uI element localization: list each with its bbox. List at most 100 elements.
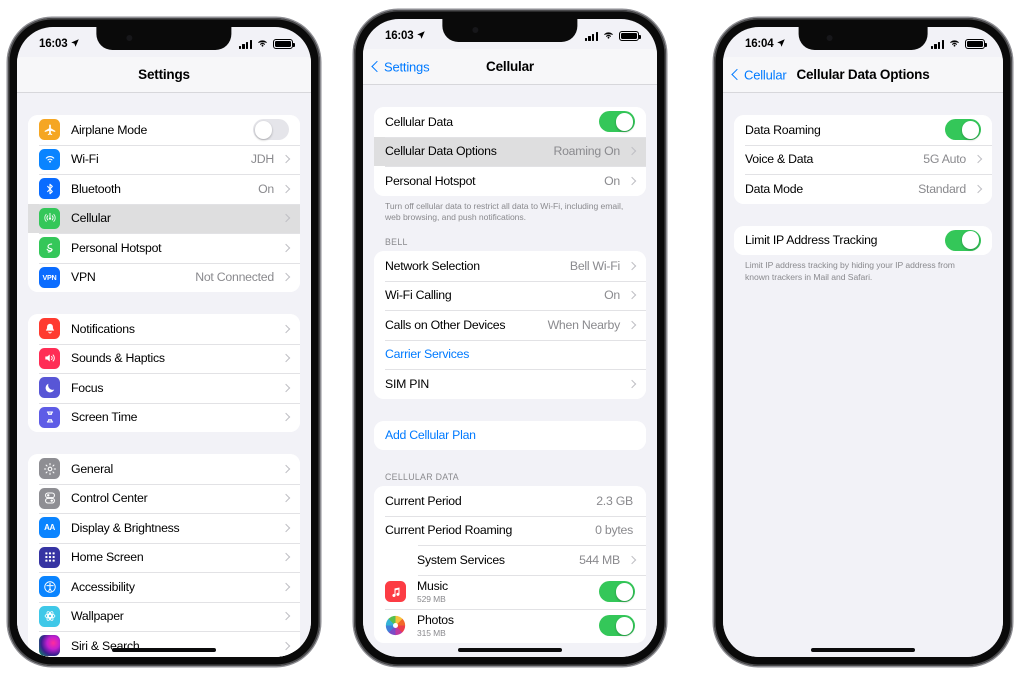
location-arrow-icon xyxy=(776,38,786,51)
chevron-right-icon xyxy=(281,582,291,591)
battery-icon xyxy=(619,31,641,41)
list-item[interactable]: AA Display & Brightness xyxy=(28,513,300,543)
siri-search-icon xyxy=(39,635,60,657)
list-item-label: Photos xyxy=(417,613,454,628)
chevron-right-icon xyxy=(281,273,291,282)
list-item[interactable]: Wi-Fi JDH xyxy=(28,144,300,174)
chevron-right-icon xyxy=(281,641,291,650)
list-item-label: Music xyxy=(417,579,448,594)
list-item[interactable]: Limit IP Address Tracking xyxy=(734,225,992,255)
toggle-switch[interactable] xyxy=(599,581,635,603)
list-item-label: Limit IP Address Tracking xyxy=(745,233,878,248)
list-item[interactable]: Cellular Data Options Roaming On xyxy=(374,136,646,166)
nav-back-button[interactable]: Cellular xyxy=(731,67,787,82)
list-item[interactable]: Sounds & Haptics xyxy=(28,343,300,373)
settings-group: Add Cellular Plan xyxy=(374,420,646,451)
chevron-right-icon xyxy=(281,324,291,333)
status-time: 16:04 xyxy=(745,38,786,51)
list-item-value: Not Connected xyxy=(195,270,274,285)
chevron-right-icon xyxy=(973,184,983,193)
signal-bars-icon xyxy=(584,31,598,41)
list-item-label: SIM PIN xyxy=(385,376,430,391)
wifi-icon xyxy=(256,35,269,53)
list-item[interactable]: Control Center xyxy=(28,483,300,513)
settings-content: Airplane Mode Wi-Fi JDH Bluetooth On Cellular… xyxy=(17,93,311,657)
screentime-icon xyxy=(39,406,60,428)
list-item[interactable]: Cellular xyxy=(28,203,300,233)
status-bar: 16:03 xyxy=(17,27,311,57)
list-item[interactable]: Calls on Other Devices When Nearby xyxy=(374,310,646,340)
battery-icon xyxy=(273,39,295,49)
list-item-value: Roaming On xyxy=(553,144,620,159)
phone-cellular: 16:03 Settings Cellular Cellular Data Cellul… xyxy=(354,10,666,666)
list-item[interactable]: Wi-Fi Calling On xyxy=(374,280,646,311)
list-item[interactable]: Wallpaper xyxy=(28,601,300,631)
settings-group: Data Roaming Voice & Data 5G Auto Data Mode… xyxy=(734,115,992,204)
list-item-sublabel: 529 MB xyxy=(417,594,446,605)
status-indicators xyxy=(930,35,987,53)
section-footnote: Limit IP address tracking by hiding your… xyxy=(745,260,955,282)
list-item-value: Bell Wi-Fi xyxy=(569,258,620,273)
nav-back-label: Cellular xyxy=(744,67,787,82)
home-indicator[interactable] xyxy=(458,648,562,652)
list-item[interactable]: Home Screen xyxy=(28,542,300,572)
nav-back-button[interactable]: Settings xyxy=(371,59,430,74)
music-icon xyxy=(385,581,406,603)
battery-icon xyxy=(965,39,987,49)
signal-bars-icon xyxy=(238,39,252,49)
page-title: Settings xyxy=(138,67,190,82)
toggle-switch[interactable] xyxy=(599,615,635,637)
status-time-text: 16:03 xyxy=(385,30,414,42)
toggle-switch[interactable] xyxy=(599,111,635,133)
list-item[interactable]: Photos 315 MB xyxy=(374,608,646,643)
list-item[interactable]: Focus xyxy=(28,373,300,403)
list-item[interactable]: Data Mode Standard xyxy=(734,174,992,204)
list-item[interactable]: Data Roaming xyxy=(734,115,992,145)
list-item[interactable]: Bluetooth On xyxy=(28,174,300,204)
list-item[interactable]: Personal Hotspot xyxy=(28,233,300,263)
list-item[interactable]: System Services 544 MB xyxy=(374,545,646,575)
chevron-right-icon xyxy=(973,155,983,164)
list-item[interactable]: VPN VPN Not Connected xyxy=(28,262,300,292)
settings-group: Notifications Sounds & Haptics Focus Screen… xyxy=(28,314,300,432)
chevron-left-icon xyxy=(731,68,743,81)
list-item[interactable]: SIM PIN xyxy=(374,369,646,399)
list-item[interactable]: Add Cellular Plan xyxy=(374,420,646,451)
list-item[interactable]: Current Period 2.3 GB xyxy=(374,486,646,516)
list-item[interactable]: Music 529 MB xyxy=(374,574,646,609)
list-item[interactable]: Siri & Search xyxy=(28,631,300,657)
chevron-right-icon xyxy=(281,214,291,223)
hotspot-icon xyxy=(39,237,60,259)
list-item[interactable]: Airplane Mode xyxy=(28,115,300,145)
list-item-label: Personal Hotspot xyxy=(71,240,162,255)
list-item[interactable]: Personal Hotspot On xyxy=(374,166,646,196)
list-item[interactable]: General xyxy=(28,454,300,484)
list-item-label: Airplane Mode xyxy=(71,122,148,137)
list-item[interactable]: Cellular Data xyxy=(374,107,646,137)
settings-group: Airplane Mode Wi-Fi JDH Bluetooth On Cellular… xyxy=(28,115,300,292)
toggle-switch[interactable] xyxy=(253,119,289,141)
chevron-right-icon xyxy=(627,176,637,185)
list-item-label: System Services xyxy=(417,552,505,567)
home-indicator[interactable] xyxy=(112,648,216,652)
list-item-text: Music 529 MB xyxy=(417,579,599,604)
toggle-switch[interactable] xyxy=(945,119,981,141)
list-item[interactable]: Current Period Roaming 0 bytes xyxy=(374,515,646,546)
list-item[interactable]: Voice & Data 5G Auto xyxy=(734,144,992,174)
list-item-label: Personal Hotspot xyxy=(385,173,476,188)
list-item[interactable]: Accessibility xyxy=(28,572,300,602)
list-item[interactable]: Notifications xyxy=(28,314,300,344)
list-item[interactable]: Carrier Services xyxy=(374,339,646,370)
settings-group: Current Period 2.3 GB Current Period Roami… xyxy=(374,486,646,643)
toggle-switch[interactable] xyxy=(945,229,981,251)
list-item[interactable]: Network Selection Bell Wi-Fi xyxy=(374,251,646,281)
nav-bar: Settings Cellular xyxy=(363,49,657,85)
home-indicator[interactable] xyxy=(811,648,915,652)
chevron-right-icon xyxy=(281,243,291,252)
chevron-right-icon xyxy=(281,523,291,532)
list-item[interactable]: Screen Time xyxy=(28,402,300,432)
accessibility-icon xyxy=(39,576,60,598)
